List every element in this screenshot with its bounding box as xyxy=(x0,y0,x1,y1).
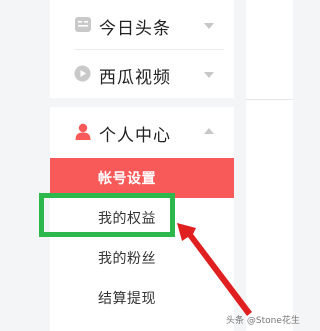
red-arrow-annotation xyxy=(177,223,252,316)
watermark: 头条 @Stone花生 xyxy=(226,316,300,326)
